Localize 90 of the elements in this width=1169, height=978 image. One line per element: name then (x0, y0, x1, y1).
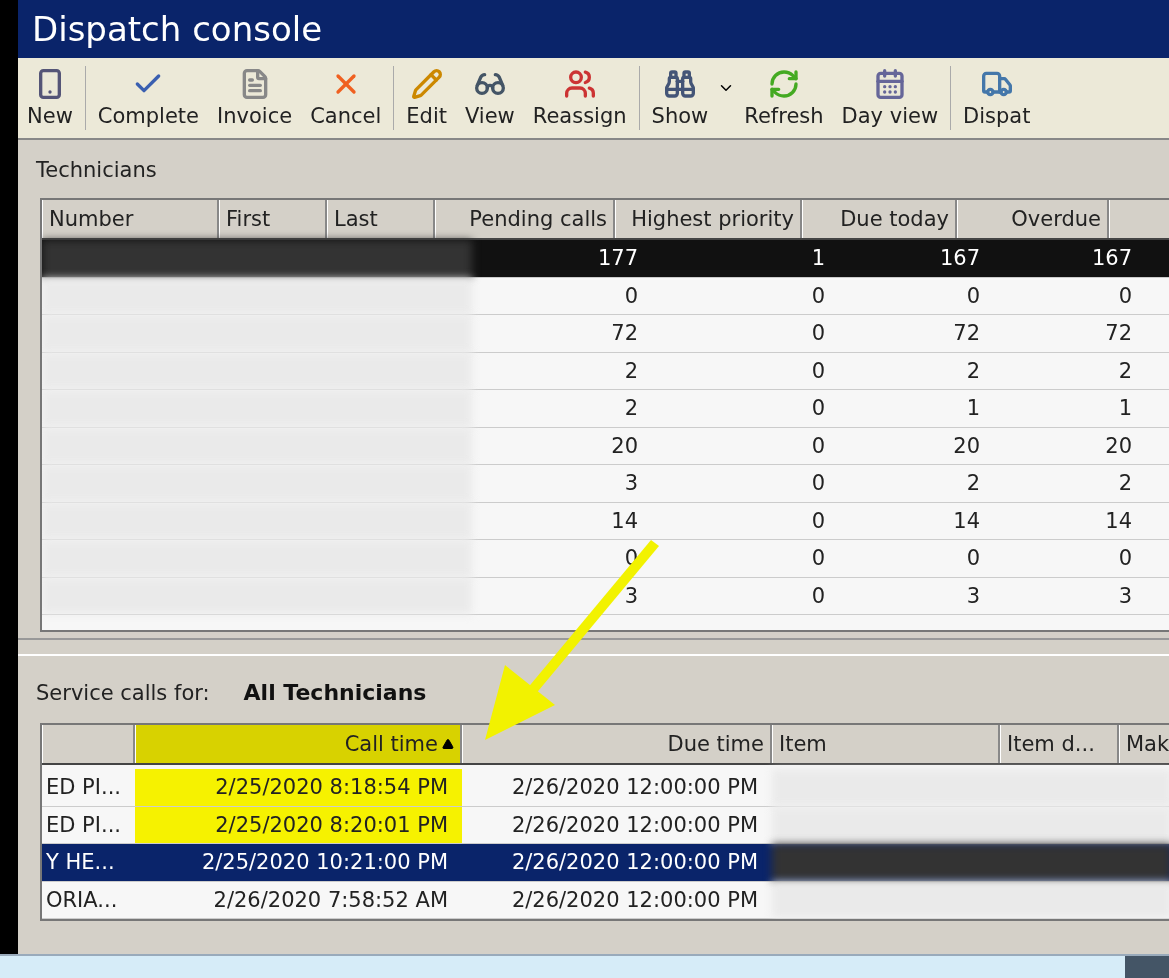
table-row[interactable]: ED PI... 2/25/2020 8:20:01 PM 2/26/2020 12:00:00 PM (42, 806, 1169, 844)
table-cell-text: 0 (623, 282, 639, 310)
table-row[interactable]: 14 0 14 14 (42, 502, 1169, 540)
column-header[interactable]: Call time (135, 725, 462, 763)
column-header[interactable]: Highest priority (615, 200, 802, 238)
table-cell-text: 0 (810, 395, 826, 423)
table-cell-text: 1 (1117, 395, 1133, 423)
table-cell-text: 20 (952, 432, 981, 460)
column-header[interactable]: Pending calls (435, 200, 615, 238)
table-cell-text: 0 (810, 357, 826, 385)
column-header[interactable]: Item d... (1000, 725, 1119, 763)
table-cell-text: 0 (1117, 282, 1133, 310)
table-cell-text: ED PI... (45, 774, 122, 802)
table-cell-text: 0 (810, 470, 826, 498)
table-cell-text: 2/26/2020 12:00:00 PM (510, 774, 759, 802)
table-cell-text: 2/25/2020 10:21:00 PM (200, 849, 449, 877)
table-cell-text: 14 (610, 507, 639, 535)
toolbar-button[interactable]: Reassign (523, 58, 636, 138)
table-cell-text: ORIA... (45, 886, 119, 914)
table-row[interactable]: ORIA... 2/26/2020 7:58:52 AM 2/26/2020 12:00:00 PM (42, 881, 1169, 919)
table-cell-text: 2/26/2020 12:00:00 PM (510, 886, 759, 914)
table-row[interactable]: 177 1 167 167 (42, 240, 1169, 278)
toolbar-button[interactable]: View (455, 58, 524, 138)
table-row[interactable]: 20 0 20 20 (42, 427, 1169, 465)
table-cell-text: 2 (623, 395, 639, 423)
table-cell-text: 2/26/2020 12:00:00 PM (510, 811, 759, 839)
table-cell-text: 0 (965, 282, 981, 310)
table-cell-text: 20 (1104, 432, 1133, 460)
table-cell-text: 2/26/2020 7:58:52 AM (212, 886, 449, 914)
toolbar-button[interactable]: Dispat (954, 58, 1040, 138)
filter-label: Service calls for: (36, 681, 210, 705)
table-cell-text: 2 (623, 357, 639, 385)
table-cell-text: 14 (1104, 507, 1133, 535)
toolbar-button[interactable]: Invoice (208, 58, 302, 138)
section-title: Technicians (36, 158, 157, 182)
toolbar-button[interactable]: Day view (832, 58, 948, 138)
column-header[interactable]: First (219, 200, 327, 238)
table-row[interactable]: 72 0 72 72 (42, 315, 1169, 353)
toolbar-button[interactable]: Cancel (301, 58, 391, 138)
table-cell-text: 0 (965, 545, 981, 573)
table-cell-text: 2 (965, 357, 981, 385)
table-cell-text: Y HE... (45, 849, 116, 877)
table-cell-text: 2/26/2020 12:00:00 PM (510, 849, 759, 877)
table-cell-text: 0 (810, 507, 826, 535)
table-cell-text: 1 (965, 395, 981, 423)
toolbar-button[interactable]: Show (642, 58, 718, 138)
table-cell-text: 3 (965, 582, 981, 610)
toolbar-button[interactable]: New (18, 58, 82, 138)
column-header[interactable]: Last (327, 200, 435, 238)
table-cell-text: 20 (610, 432, 639, 460)
table-cell-text: 72 (610, 320, 639, 348)
table-cell-text: 72 (1104, 320, 1133, 348)
table-cell-text: 0 (810, 282, 826, 310)
table-cell-text: 2 (965, 470, 981, 498)
table-row[interactable]: 3 0 2 2 (42, 465, 1169, 503)
table-cell-text: 3 (1117, 582, 1133, 610)
table-cell-text: 0 (1117, 545, 1133, 573)
table-cell: 2/25/2020 8:20:01 PM (135, 806, 462, 843)
table-cell-text: 0 (810, 320, 826, 348)
table-cell-text: 2 (1117, 470, 1133, 498)
toolbar-button[interactable]: Refresh (735, 58, 833, 138)
toolbar-button[interactable]: Edit (397, 58, 456, 138)
column-header[interactable]: Due today (802, 200, 957, 238)
table-cell: 2/25/2020 8:18:54 PM (135, 769, 462, 806)
table-row[interactable]: 3 0 3 3 (42, 577, 1169, 615)
table-cell-text: 167 (1090, 245, 1133, 273)
column-header[interactable]: Item (772, 725, 1000, 763)
table-cell-text: 0 (810, 432, 826, 460)
table-row[interactable]: ED PI... 2/25/2020 8:18:54 PM 2/26/2020 12:00:00 PM (42, 769, 1169, 807)
table-cell-text: 177 (596, 245, 639, 273)
table-cell-text: 2 (1117, 357, 1133, 385)
column-header[interactable]: Overdue (957, 200, 1109, 238)
window-title: Dispatch console (32, 9, 323, 49)
table-cell-text: 1 (810, 245, 826, 273)
table-cell-text: 0 (810, 545, 826, 573)
table-cell-text: 0 (810, 582, 826, 610)
table-row[interactable]: 0 0 0 0 (42, 277, 1169, 315)
table-cell-text: 3 (623, 470, 639, 498)
table-cell-text: 14 (952, 507, 981, 535)
filter-value: All Technicians (243, 680, 427, 705)
table-row[interactable]: 2 0 2 2 (42, 352, 1169, 390)
column-header[interactable]: Number (42, 200, 219, 238)
table-row[interactable]: Y HE... 2/25/2020 10:21:00 PM 2/26/2020 12:00:00 PM (42, 844, 1169, 882)
table-cell-text: 72 (952, 320, 981, 348)
table-cell-text: 167 (938, 245, 981, 273)
table-cell-text: ED PI... (45, 811, 122, 839)
table-cell-text: 3 (623, 582, 639, 610)
toolbar-button[interactable]: Complete (88, 58, 209, 138)
column-header[interactable]: Mak (1119, 725, 1169, 763)
table-row[interactable]: 2 0 1 1 (42, 390, 1169, 428)
